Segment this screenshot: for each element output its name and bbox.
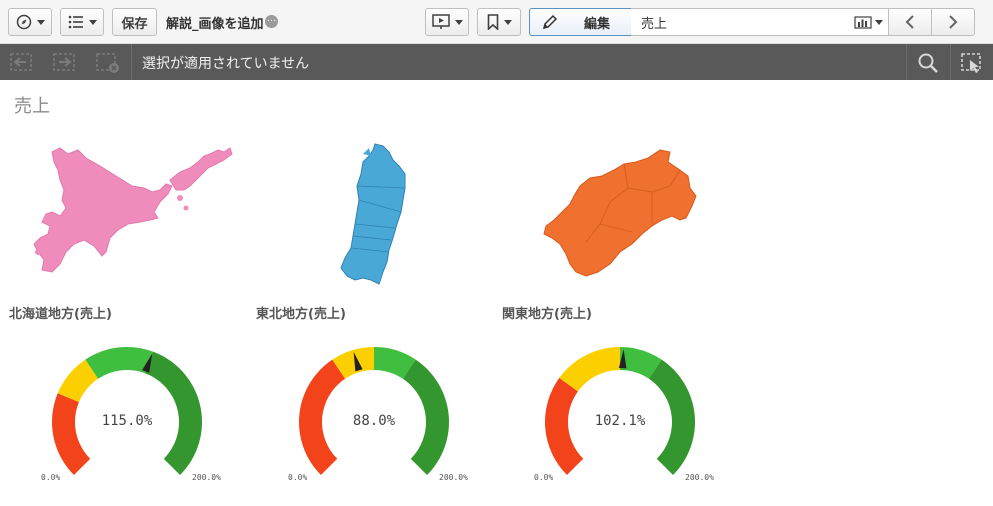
gauge-max-label: 200.0% bbox=[192, 473, 221, 482]
clear-selections-icon[interactable] bbox=[95, 52, 121, 74]
gauge-max-label: 200.0% bbox=[439, 473, 468, 482]
gauge-min-label: 0.0% bbox=[41, 473, 61, 482]
divider bbox=[950, 44, 951, 80]
bar-chart-icon bbox=[854, 16, 872, 29]
save-button[interactable]: 保存 bbox=[112, 8, 157, 36]
chevron-down-icon bbox=[875, 20, 883, 25]
tohoku-gauge-title: 東北地方(売上) bbox=[256, 307, 346, 322]
presentation-icon bbox=[431, 14, 450, 29]
list-menu-button[interactable] bbox=[60, 8, 104, 36]
compass-icon bbox=[16, 14, 31, 30]
gauge-band bbox=[85, 347, 153, 379]
gauge-value-label: 88.0% bbox=[352, 413, 396, 429]
kanto-gauge-title: 関東地方(売上) bbox=[502, 307, 592, 322]
sheet-title: 売上 bbox=[14, 96, 50, 117]
edit-label: 編集 bbox=[584, 16, 611, 32]
selection-status-text: 選択が適用されていません bbox=[142, 56, 310, 72]
hokkaido-gauge-title: 北海道地方(売上) bbox=[9, 307, 112, 322]
sheet-selector-value: 売上 bbox=[641, 16, 668, 32]
search-icon[interactable] bbox=[917, 52, 939, 74]
chevron-down-icon bbox=[36, 19, 45, 25]
bookmark-icon bbox=[487, 14, 498, 30]
chevron-down-icon bbox=[503, 19, 512, 25]
more-icon[interactable]: ··· bbox=[265, 15, 278, 28]
top-toolbar: 保存 解説_画像を追加 ··· 編集 売上 bbox=[0, 0, 993, 44]
chevron-right-icon bbox=[949, 15, 958, 29]
step-back-icon[interactable] bbox=[8, 52, 34, 72]
divider bbox=[131, 44, 132, 80]
navigation-menu-button[interactable] bbox=[8, 8, 52, 36]
chevron-down-icon bbox=[88, 19, 97, 25]
pencil-icon bbox=[542, 14, 558, 30]
selection-bar: 選択が適用されていません bbox=[0, 44, 993, 80]
step-forward-icon[interactable] bbox=[51, 52, 77, 72]
present-button[interactable] bbox=[425, 8, 469, 36]
edit-button[interactable]: 編集 bbox=[529, 8, 632, 36]
previous-sheet-button[interactable] bbox=[888, 8, 932, 36]
bookmark-button[interactable] bbox=[477, 8, 521, 36]
list-icon bbox=[68, 15, 83, 29]
sheet-selector[interactable]: 売上 bbox=[631, 8, 889, 36]
sheet-title-label: 解説_画像を追加 bbox=[166, 17, 264, 32]
tohoku-gauge: 88.0% 0.0% 200.0% bbox=[274, 340, 474, 490]
gauge-max-label: 200.0% bbox=[685, 473, 714, 482]
hokkaido-map-image bbox=[33, 147, 233, 273]
gauge-value-label: 102.1% bbox=[594, 413, 646, 429]
next-sheet-button[interactable] bbox=[931, 8, 975, 36]
tohoku-map-image bbox=[340, 143, 406, 285]
gauge-min-label: 0.0% bbox=[534, 473, 554, 482]
gauge-band bbox=[52, 393, 91, 476]
hokkaido-gauge: 115.0% 0.0% 200.0% bbox=[27, 340, 227, 490]
chevron-left-icon bbox=[905, 15, 914, 29]
gauge-value-label: 115.0% bbox=[101, 413, 153, 429]
kanto-gauge: 102.1% 0.0% 200.0% bbox=[520, 340, 720, 490]
divider bbox=[906, 44, 907, 80]
selections-tool-icon[interactable] bbox=[960, 52, 984, 74]
gauge-min-label: 0.0% bbox=[288, 473, 308, 482]
chevron-down-icon bbox=[454, 19, 463, 25]
kanto-map-image bbox=[543, 149, 697, 277]
